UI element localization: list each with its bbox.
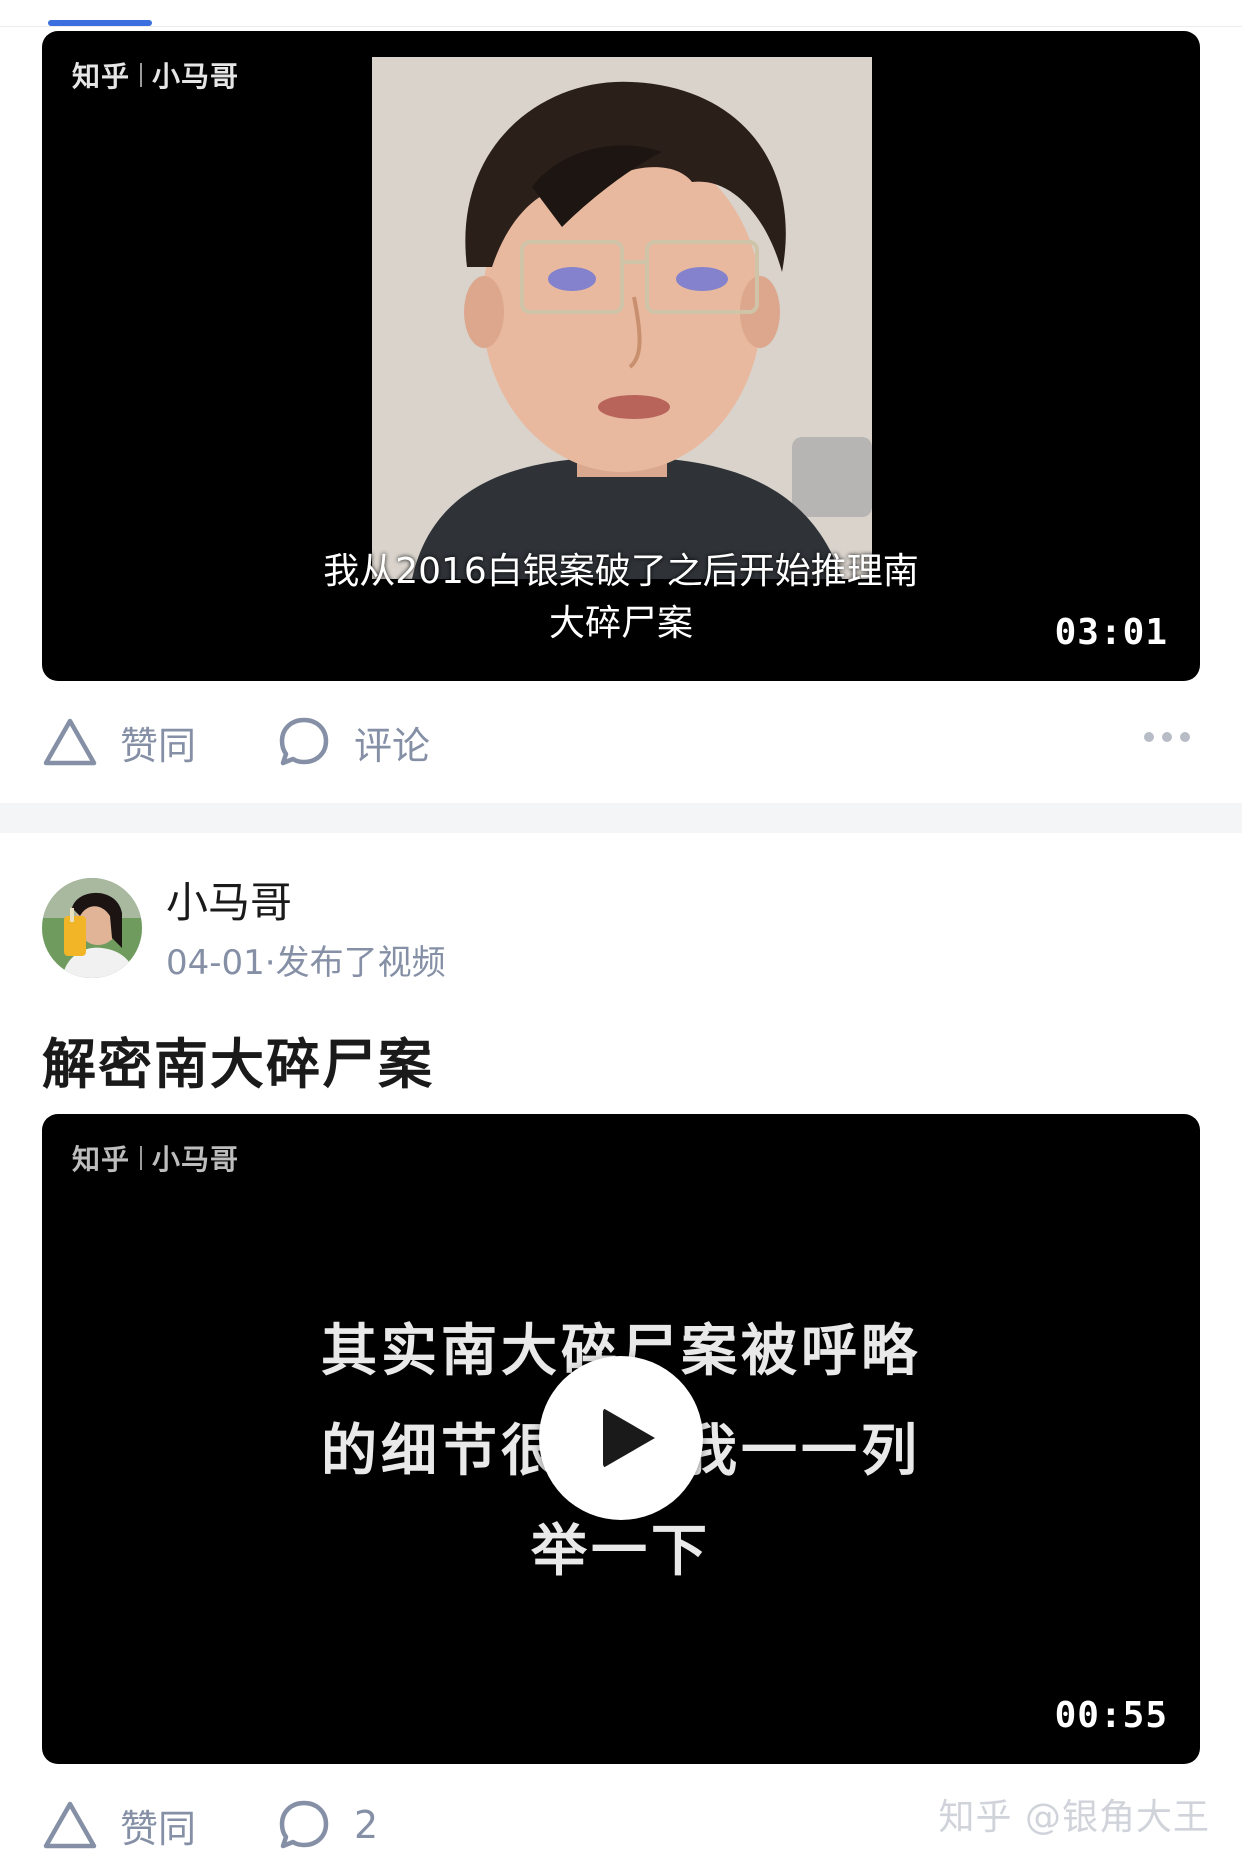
author-avatar[interactable]: [42, 878, 142, 978]
like-label: 赞同: [120, 1806, 197, 1851]
comment-label: 评论: [354, 723, 431, 768]
post-title[interactable]: 解密南大碎尸案: [42, 1020, 434, 1099]
dot-icon: [1162, 732, 1172, 742]
active-tab-indicator: [48, 20, 152, 26]
play-icon: [603, 1408, 655, 1468]
top-tab-strip: [0, 0, 1242, 27]
upvote-triangle-icon: [42, 714, 98, 770]
video-duration: 00:55: [1054, 1695, 1168, 1736]
post-author-header: 小马哥 04-01·发布了视频: [42, 878, 446, 986]
video-frame-person: [372, 57, 872, 579]
post-1-action-bar: 赞同 评论: [42, 702, 1200, 782]
video-player-1[interactable]: 知乎 小马哥 我从2016白银案破了之后开始推理南 大碎尸案 03:01: [42, 31, 1200, 681]
feed-divider: [0, 803, 1242, 833]
video-player-2[interactable]: 知乎 小马哥 其实南大碎尸案被呼略 的细节很多，我一一列 举一下 00:55: [42, 1114, 1200, 1764]
comment-button[interactable]: 2: [276, 1797, 378, 1853]
comment-bubble-icon: [276, 714, 332, 770]
video-watermark: 知乎 小马哥: [72, 55, 239, 95]
watermark-author: 小马哥: [152, 60, 240, 93]
like-label: 赞同: [120, 723, 197, 768]
like-button[interactable]: 赞同: [42, 1797, 196, 1853]
page-watermark: 知乎 @银角大王: [938, 1797, 1210, 1838]
dot-icon: [1180, 732, 1190, 742]
upvote-triangle-icon: [42, 1797, 98, 1853]
comment-button[interactable]: 评论: [276, 714, 430, 770]
watermark-brand: 知乎: [72, 60, 131, 93]
author-name[interactable]: 小马哥: [166, 878, 446, 928]
subtitle-line: 我从2016白银案破了之后开始推理南: [323, 551, 919, 592]
post-date-meta: 04-01·发布了视频: [166, 943, 446, 983]
watermark-separator: [140, 1146, 143, 1170]
watermark-separator: [140, 63, 143, 87]
dot-icon: [1144, 732, 1154, 742]
subtitle-line: 大碎尸案: [548, 603, 693, 644]
play-button[interactable]: [539, 1356, 703, 1520]
video-subtitle: 我从2016白银案破了之后开始推理南 大碎尸案: [42, 546, 1200, 650]
more-options-icon[interactable]: [1136, 732, 1190, 742]
comment-count: 2: [354, 1803, 379, 1847]
video-watermark: 知乎 小马哥: [72, 1138, 239, 1178]
video-duration: 03:01: [1054, 612, 1168, 653]
watermark-author: 小马哥: [152, 1143, 240, 1176]
watermark-brand: 知乎: [72, 1143, 131, 1176]
comment-bubble-icon: [276, 1797, 332, 1853]
like-button[interactable]: 赞同: [42, 714, 196, 770]
